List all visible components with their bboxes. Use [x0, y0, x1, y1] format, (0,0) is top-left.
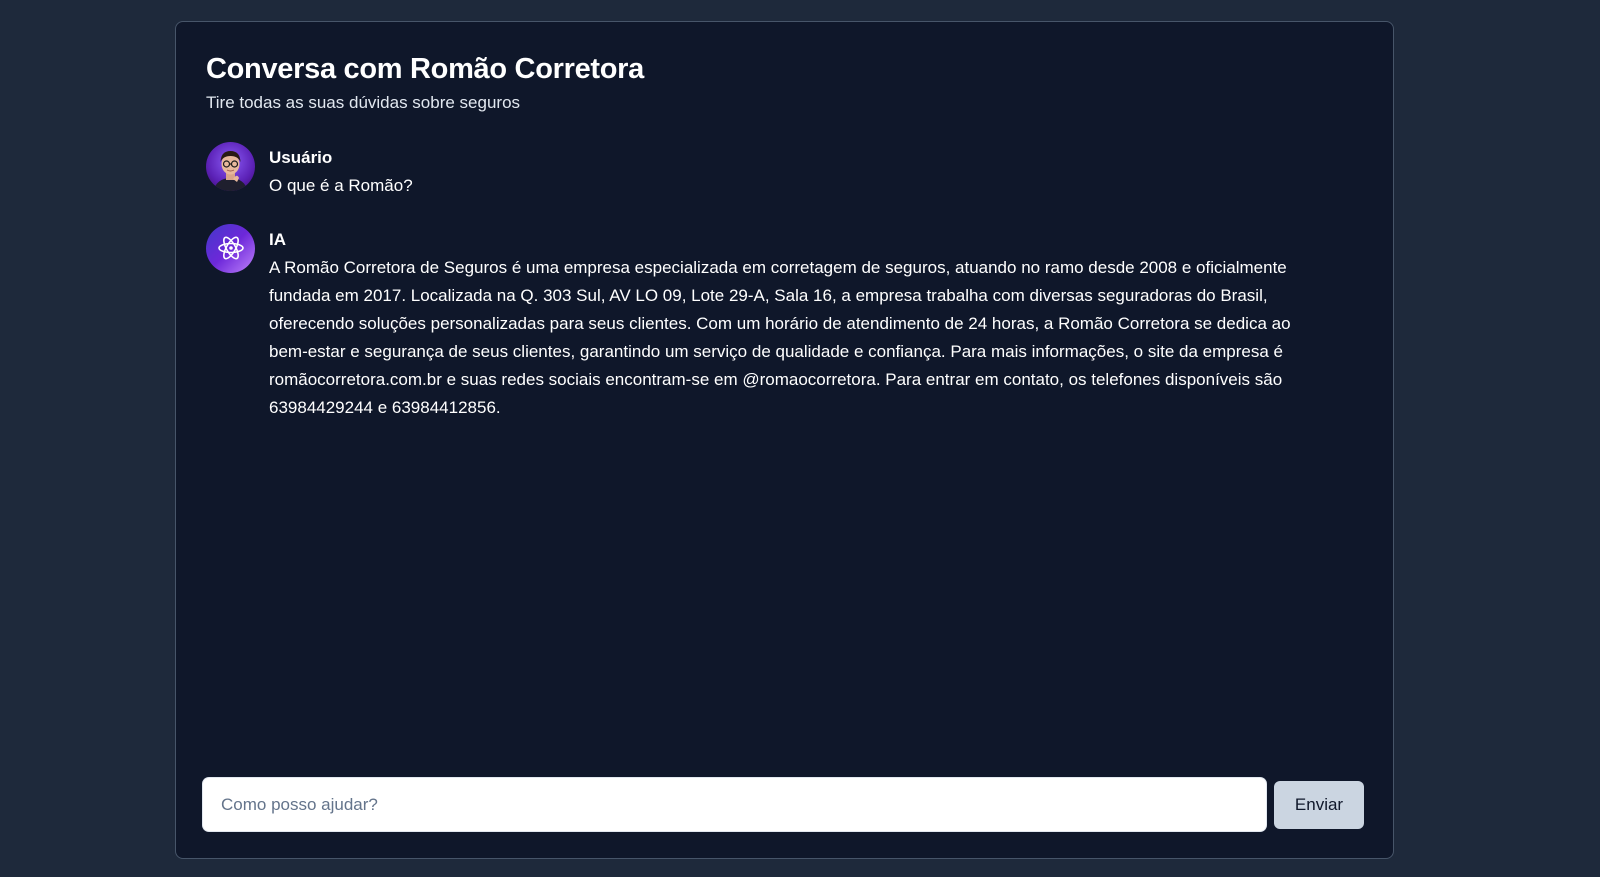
message-composer: Enviar — [203, 778, 1364, 831]
user-avatar — [206, 142, 255, 191]
chat-card: Conversa com Romão Corretora Tire todas … — [175, 21, 1394, 859]
message-body: Usuário O que é a Romão? — [269, 142, 413, 200]
message-author: Usuário — [269, 148, 333, 167]
message-input[interactable] — [203, 778, 1266, 831]
page-subtitle: Tire todas as suas dúvidas sobre seguros — [206, 92, 521, 112]
send-button[interactable]: Enviar — [1274, 780, 1364, 829]
user-photo-icon — [214, 151, 247, 191]
message-ia: IA A Romão Corretora de Seguros é uma em… — [206, 223, 1333, 422]
message-author: IA — [269, 229, 286, 249]
chat-header: Conversa com Romão Corretora Tire todas … — [206, 52, 644, 113]
ia-avatar — [206, 223, 255, 273]
message-body: IA A Romão Corretora de Seguros é uma em… — [269, 224, 1333, 422]
message-text: O que é a Romão? — [269, 175, 413, 195]
message-list: Usuário O que é a Romão? IA A Romão Corr… — [206, 142, 1333, 446]
page-title: Conversa com Romão Corretora — [206, 53, 644, 85]
atom-icon — [217, 236, 244, 260]
message-user: Usuário O que é a Romão? — [206, 142, 1333, 200]
message-text: A Romão Corretora de Seguros é uma empre… — [269, 257, 1291, 417]
